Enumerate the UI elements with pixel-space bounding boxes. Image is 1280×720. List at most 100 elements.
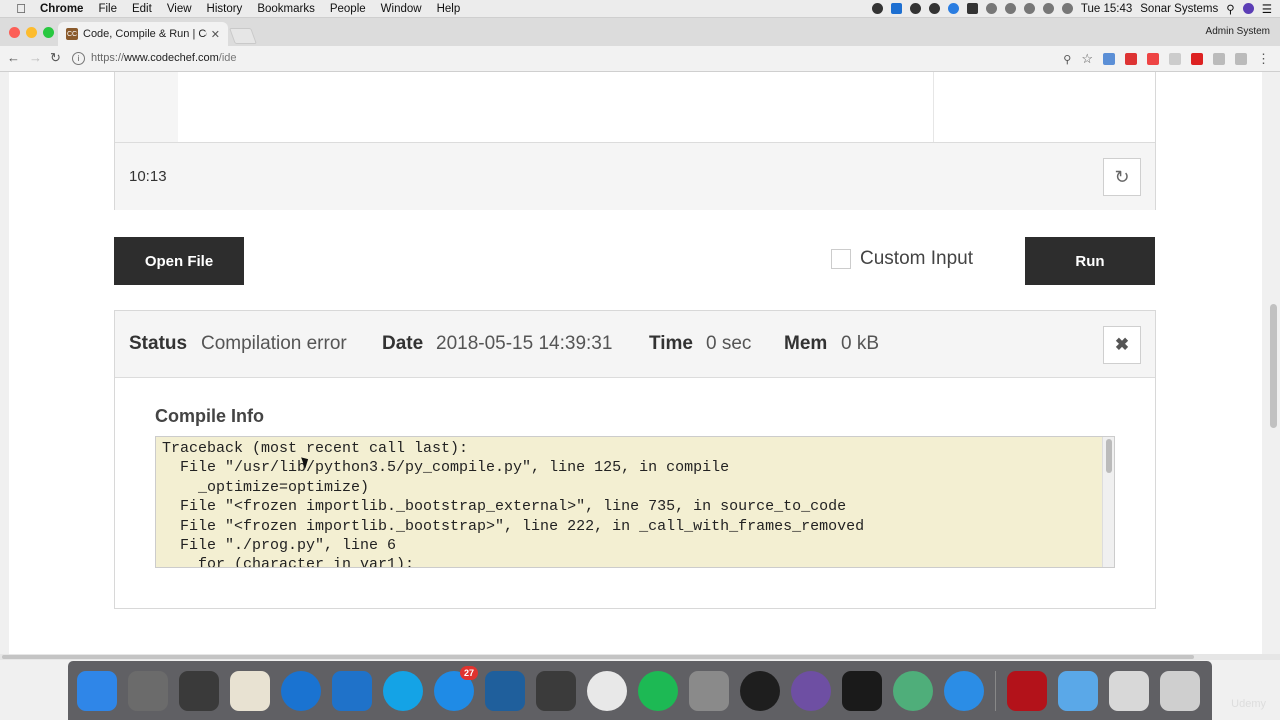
finder-icon[interactable] <box>77 670 117 711</box>
eject-icon[interactable] <box>1042 3 1054 14</box>
reload-icon[interactable]: ↻ <box>50 50 61 66</box>
documents-stack-icon[interactable] <box>1109 670 1149 711</box>
siri-icon[interactable] <box>1242 3 1254 14</box>
address-bar[interactable]: i https://www.codechef.com/ide <box>68 48 1128 68</box>
time-label: Time <box>649 333 694 354</box>
compile-output[interactable]: Traceback (most recent call last): File … <box>155 436 1115 568</box>
tab-strip: CC Code, Compile & Run | CodeCh ✕ Admin … <box>0 18 1280 46</box>
status-tray: Tue 15:43 Sonar Systems ⚲ ☰ <box>871 0 1272 17</box>
launchpad-icon[interactable] <box>128 670 168 711</box>
menu-bar:  Chrome File Edit View History Bookmark… <box>0 0 1280 18</box>
custom-input-toggle[interactable]: Custom Input <box>831 248 973 270</box>
window-zoom-icon[interactable] <box>43 27 54 38</box>
wifi-icon[interactable] <box>1023 3 1035 14</box>
spotlight-icon[interactable]: ⚲ <box>1226 2 1234 16</box>
extension-icon[interactable] <box>1213 53 1225 65</box>
atom-icon[interactable] <box>893 670 933 711</box>
folder-icon[interactable] <box>1058 670 1098 711</box>
refresh-button[interactable]: ↻ <box>1103 158 1141 196</box>
tray-app-icon[interactable] <box>966 3 978 14</box>
menu-clock[interactable]: Tue 15:43 <box>1081 3 1132 15</box>
acrobat-icon[interactable] <box>1007 670 1047 711</box>
extension-icon[interactable] <box>1191 53 1203 65</box>
url-scheme: https:// <box>91 52 125 64</box>
window-minimize-icon[interactable] <box>26 27 37 38</box>
cloud-icon[interactable] <box>928 3 940 14</box>
browser-toolbar: ← → ↻ i https://www.codechef.com/ide ⚲ ☆… <box>0 46 1280 72</box>
obs-icon[interactable] <box>740 670 780 711</box>
codechef-favicon-icon: CC <box>66 28 78 40</box>
zoom-icon[interactable]: ⚲ <box>1063 53 1071 66</box>
notification-center-icon[interactable]: ☰ <box>1262 2 1272 16</box>
print-margin <box>933 72 934 142</box>
sourcetree-icon[interactable] <box>485 670 525 711</box>
window-close-icon[interactable] <box>9 27 20 38</box>
skype-icon[interactable] <box>383 670 423 711</box>
forward-icon[interactable]: → <box>29 50 42 65</box>
tab-title: Code, Compile & Run | CodeCh <box>83 28 207 40</box>
creative-cloud-icon[interactable] <box>909 3 921 14</box>
tab-close-icon[interactable]: ✕ <box>211 28 220 41</box>
menu-view[interactable]: View <box>167 3 192 15</box>
extension-icon[interactable] <box>1169 53 1181 65</box>
bluetooth-icon[interactable] <box>1004 3 1016 14</box>
compile-output-scroll-thumb[interactable] <box>1106 439 1112 473</box>
volume-icon[interactable] <box>1061 3 1073 14</box>
url-path: /ide <box>218 52 237 64</box>
trash-icon[interactable] <box>1160 670 1200 711</box>
run-button[interactable]: Run <box>1025 237 1155 285</box>
dock-badge: 27 <box>460 665 478 680</box>
terminal-icon[interactable] <box>842 670 882 711</box>
back-icon[interactable]: ← <box>7 50 20 65</box>
compile-output-scrollbar[interactable] <box>1102 437 1114 567</box>
github-desktop-icon[interactable] <box>791 670 831 711</box>
menu-bookmarks[interactable]: Bookmarks <box>257 3 315 15</box>
testflight-icon[interactable]: 27 <box>434 665 478 711</box>
tray-app-icon[interactable] <box>947 3 959 14</box>
code-editor: 10:13 ↻ <box>114 72 1156 210</box>
chrome-icon[interactable] <box>587 670 627 711</box>
spotify-icon[interactable] <box>638 670 678 711</box>
menu-file[interactable]: File <box>98 3 117 15</box>
close-result-button[interactable]: ✖ <box>1103 326 1141 364</box>
menu-user[interactable]: Sonar Systems <box>1140 3 1218 15</box>
horizontal-scrollbar[interactable] <box>0 654 1280 660</box>
tray-app-icon[interactable] <box>871 3 883 14</box>
teamviewer-icon[interactable] <box>281 670 321 711</box>
tray-app-icon[interactable] <box>890 3 902 14</box>
custom-input-checkbox[interactable] <box>831 249 851 269</box>
slack-icon[interactable] <box>230 670 270 711</box>
time-machine-icon[interactable] <box>985 3 997 14</box>
system-preferences-icon[interactable] <box>689 670 729 711</box>
page-viewport: 10:13 ↻ Open File Custom Input Run Statu… <box>0 72 1280 655</box>
site-info-icon[interactable]: i <box>72 51 85 65</box>
url-host: www.codechef.com <box>124 52 219 64</box>
profile-name[interactable]: Admin System <box>1206 26 1270 37</box>
horizontal-scroll-thumb[interactable] <box>2 655 1194 659</box>
editor-status-bar: 10:13 ↻ <box>115 142 1155 210</box>
safari-icon[interactable] <box>944 670 984 711</box>
menu-people[interactable]: People <box>330 3 366 15</box>
apple-menu-icon[interactable]:  <box>14 1 28 16</box>
extension-icon[interactable] <box>1235 53 1247 65</box>
browser-tab[interactable]: CC Code, Compile & Run | CodeCh ✕ <box>58 22 228 46</box>
date-label: Date <box>382 333 424 354</box>
extension-icon[interactable] <box>1103 53 1115 65</box>
cursor-position: 10:13 <box>129 168 167 185</box>
image-capture-icon[interactable] <box>179 670 219 711</box>
menu-window[interactable]: Window <box>381 3 422 15</box>
open-file-button[interactable]: Open File <box>114 237 244 285</box>
trello-icon[interactable] <box>332 670 372 711</box>
menu-help[interactable]: Help <box>437 3 461 15</box>
menu-app-name[interactable]: Chrome <box>40 3 83 15</box>
status-label: Status <box>129 333 188 354</box>
page-scrollbar[interactable] <box>1270 304 1277 428</box>
chrome-menu-icon[interactable]: ⋮ <box>1257 51 1270 67</box>
extension-icon[interactable] <box>1147 53 1159 65</box>
sublime-text-icon[interactable] <box>536 670 576 711</box>
new-tab-button[interactable] <box>229 28 257 44</box>
menu-history[interactable]: History <box>207 3 243 15</box>
menu-edit[interactable]: Edit <box>132 3 152 15</box>
bookmark-star-icon[interactable]: ☆ <box>1081 51 1093 67</box>
extension-icon[interactable] <box>1125 53 1137 65</box>
